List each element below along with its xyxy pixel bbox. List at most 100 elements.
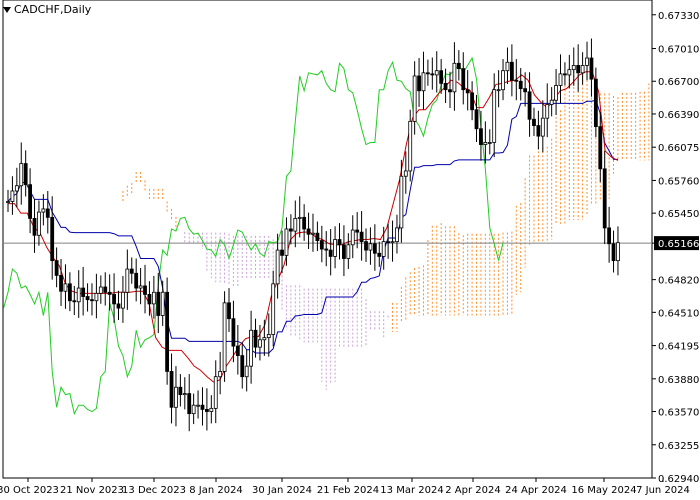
candle-body — [589, 57, 594, 80]
candle-body — [45, 208, 50, 218]
candle-body — [280, 249, 284, 256]
candle-body — [501, 70, 505, 91]
candle-body — [514, 79, 519, 82]
dropdown-triangle-icon[interactable] — [3, 6, 11, 13]
candle-body — [41, 208, 46, 213]
candle-body — [209, 407, 214, 412]
y-tick-label: 0.64195 — [658, 342, 699, 353]
candle-body — [576, 65, 581, 74]
candle-body — [443, 82, 448, 91]
candle-body — [10, 190, 15, 202]
candle-body — [297, 216, 302, 219]
candle-body — [204, 409, 209, 412]
candle-body — [368, 243, 373, 251]
candle-body — [355, 229, 360, 233]
candle-body — [536, 125, 541, 137]
candle-body — [218, 371, 223, 378]
candle-body — [76, 287, 81, 303]
chart-window: { "window": { "symbol_timeframe": "CADCH… — [0, 0, 700, 500]
candle-body — [116, 303, 121, 309]
candle-body — [324, 248, 329, 251]
candle-body — [182, 393, 187, 396]
price-chart: 0.67330 0.67010 0.66700 0.66390 0.66075 0.657… — [0, 0, 699, 496]
candle-body — [452, 62, 457, 93]
candle-body — [37, 211, 41, 236]
x-tick-label: 8 Jan 2024 — [189, 485, 243, 496]
candle-body — [178, 386, 183, 396]
candle-body — [571, 65, 576, 71]
candle-body — [19, 163, 24, 187]
symbol-timeframe-label: CADCHF,Daily — [14, 3, 92, 16]
candle-body — [249, 329, 254, 367]
candle-body — [403, 170, 408, 177]
candle-body — [350, 229, 355, 246]
candle-body — [439, 70, 444, 84]
candle-body — [509, 61, 514, 81]
candle-body — [474, 109, 479, 130]
candle-body — [231, 318, 236, 347]
candle-body — [266, 334, 271, 339]
candle-body — [63, 283, 68, 292]
x-tick-label: 21 Feb 2024 — [317, 485, 379, 496]
candle-body — [54, 260, 59, 276]
candle-body — [563, 73, 567, 76]
candle-body — [549, 99, 554, 105]
candle-body — [275, 249, 280, 285]
candle-body — [28, 184, 33, 219]
candle-body — [483, 142, 488, 145]
candle-body — [253, 329, 258, 348]
candle-body — [121, 291, 125, 309]
x-tick-label: 24 Apr 2024 — [505, 485, 567, 496]
candle-body — [306, 228, 311, 235]
candle-body — [147, 293, 152, 305]
candle-body — [342, 244, 346, 259]
candle-body — [129, 268, 134, 274]
x-tick-label: 13 Mar 2024 — [380, 485, 443, 496]
y-tick-label: 0.65450 — [658, 209, 699, 220]
x-tick-label: 30 Oct 2023 — [0, 485, 59, 496]
chart-title[interactable]: CADCHF,Daily — [3, 3, 91, 16]
candle-body — [134, 272, 139, 289]
candle-body — [90, 299, 94, 302]
candle-body — [377, 252, 382, 257]
candle-body — [461, 68, 466, 91]
y-tick-label: 0.63570 — [658, 408, 699, 419]
candle-body — [59, 275, 63, 292]
candle-body — [430, 73, 435, 76]
candle-body — [337, 239, 342, 246]
candle-body — [50, 216, 55, 262]
candle-body — [6, 201, 10, 203]
x-tick-label: 2 Apr 2024 — [445, 485, 500, 496]
y-tick-label: 0.67010 — [658, 45, 699, 56]
candle-body — [372, 243, 377, 254]
candle-body — [222, 302, 227, 372]
candle-body — [333, 239, 337, 257]
candle-body — [532, 118, 536, 126]
candle-body — [616, 242, 620, 262]
candle-body — [492, 89, 497, 143]
candle-body — [85, 296, 90, 301]
candle-body — [395, 227, 399, 243]
candle-body — [505, 61, 510, 72]
candle-body — [196, 404, 200, 407]
candle-body — [602, 168, 607, 229]
x-tick-label: 30 Jan 2024 — [252, 485, 312, 496]
candle-body — [32, 218, 37, 236]
candle-body — [448, 89, 452, 93]
candle-body — [558, 73, 563, 86]
candle-body — [585, 57, 589, 66]
candle-body — [598, 126, 603, 170]
x-tick-label: 16 May 2024 — [571, 485, 636, 496]
candle-body — [169, 371, 174, 408]
candle-body — [315, 232, 320, 241]
candle-body — [364, 241, 368, 251]
y-tick-label: 0.66075 — [658, 143, 699, 154]
candle-body — [271, 283, 276, 335]
candle-body — [518, 80, 523, 90]
y-tick-label: 0.62940 — [658, 474, 699, 485]
candle-body — [213, 376, 218, 409]
candle-body — [151, 291, 156, 305]
plot-area — [2, 0, 653, 479]
x-tick-label: 21 Nov 2023 — [60, 485, 124, 496]
candle-body — [487, 142, 492, 144]
